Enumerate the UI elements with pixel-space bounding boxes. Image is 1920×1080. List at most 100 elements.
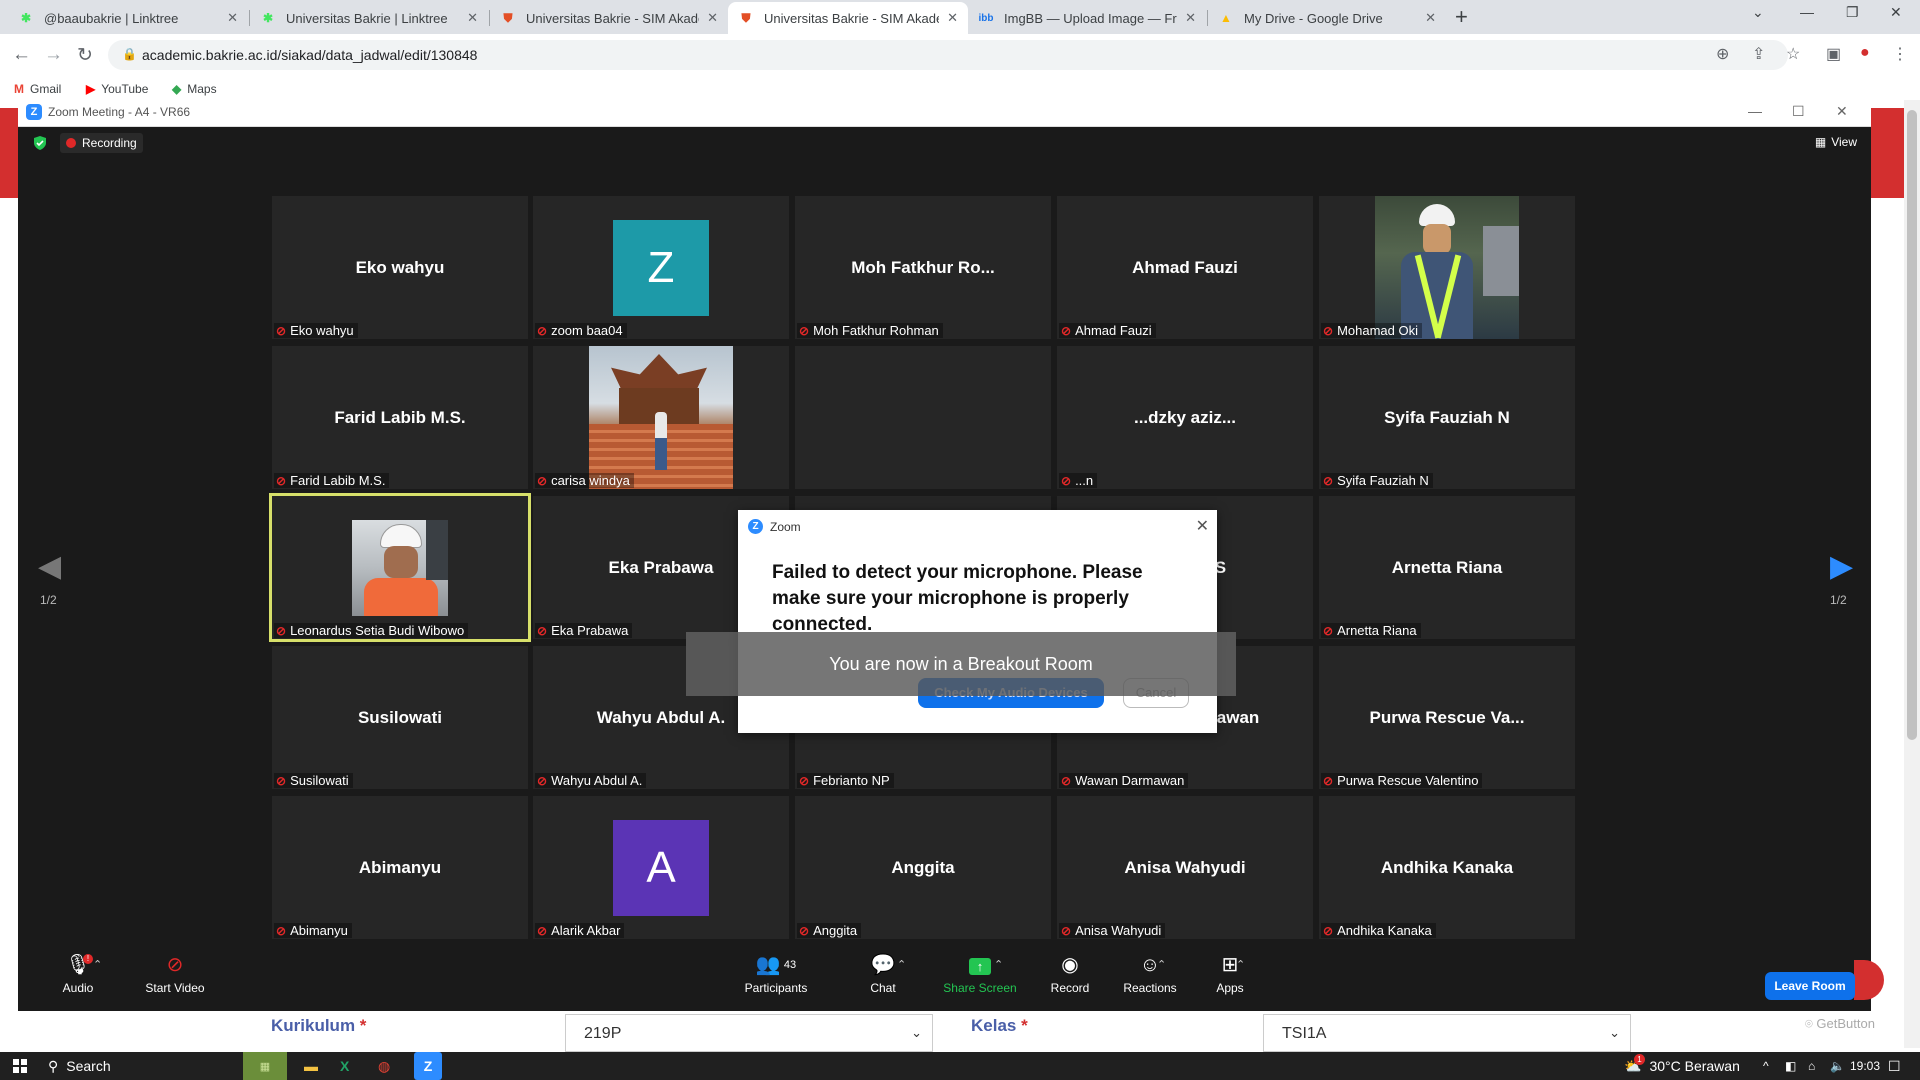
file-explorer-icon[interactable]: ▬ [304,1052,318,1080]
minimize-icon[interactable]: — [1800,4,1814,20]
participant-tile[interactable]: Susilowati ⊘ Susilowati [272,646,528,789]
chat-options-chevron-icon[interactable]: ⌃ [897,958,906,971]
new-tab-icon[interactable]: + [1455,4,1468,30]
weather-widget[interactable]: ⛅ 1 30°C Berawan [1624,1052,1740,1080]
participant-tile[interactable]: Purwa Rescue Va... ⊘ Purwa Rescue Valentin… [1319,646,1575,789]
reactions-options-chevron-icon[interactable]: ⌃ [1157,958,1166,971]
restore-icon[interactable]: ❐ [1846,4,1859,21]
close-tab-icon[interactable]: ✕ [467,10,478,26]
participant-tile[interactable]: Farid Labib M.S. ⊘ Farid Labib M.S. [272,346,528,489]
participant-tile[interactable]: ⊘ Leonardus Setia Budi Wibowo [269,493,531,642]
participant-tile[interactable]: Abimanyu ⊘ Abimanyu [272,796,528,939]
participant-name-display: Ahmad Fauzi [1132,257,1238,277]
excel-icon[interactable]: X [340,1052,349,1080]
chat-button[interactable]: 💬 Chat [838,952,928,995]
minimize-icon[interactable]: — [1748,103,1762,119]
audio-button[interactable]: 🎙! Audio [33,952,123,995]
back-icon[interactable]: ← [12,44,31,66]
participant-name: carisa windya [551,473,630,488]
notifications-icon[interactable]: ☐ [1888,1052,1901,1080]
close-tab-icon[interactable]: ✕ [227,10,238,26]
reactions-button[interactable]: ☺ Reactions [1105,952,1195,995]
audio-options-chevron-icon[interactable]: ⌃ [93,958,102,971]
bookmark-gmail[interactable]: M Gmail [14,82,61,96]
browser-tab[interactable]: ibb ImgBB — Upload Image — Free ✕ [968,2,1206,34]
participant-name-display: Abimanyu [358,857,442,877]
bookmark-maps[interactable]: ◆ Maps [172,82,217,96]
recording-indicator[interactable]: Recording [60,133,143,153]
browser-tab[interactable]: ✱ @baaubakrie | Linktree ✕ [8,2,248,34]
browser-tab[interactable]: ⛊ Universitas Bakrie - SIM Akadem ✕ [490,2,728,34]
menu-kebab-icon[interactable]: ⋮ [1892,44,1908,64]
network-icon[interactable]: ⌂ [1808,1052,1815,1080]
bookmark-star-icon[interactable]: ☆ [1786,44,1800,64]
lock-icon[interactable]: 🔒 [122,47,137,61]
record-button[interactable]: ◉ Record [1025,952,1115,995]
encryption-shield-icon[interactable] [32,135,48,151]
side-panel-icon[interactable]: ▣ [1826,44,1841,64]
leave-room-button[interactable]: Leave Room [1765,972,1855,1000]
participant-tile[interactable]: Ahmad Fauzi ⊘ Ahmad Fauzi [1057,196,1313,339]
participant-tile[interactable]: ⊘ Mohamad Oki [1319,196,1575,339]
zoom-taskbar-icon[interactable]: Z [414,1052,442,1080]
participant-name-label: ⊘ ...n [1059,473,1098,488]
start-video-button[interactable]: ⊘ Start Video [130,952,220,995]
previous-page-arrow-icon[interactable]: ◀ [38,549,61,584]
tray-chevron-icon[interactable]: ^ [1763,1052,1769,1080]
kelas-value: TSI1A [1282,1025,1327,1042]
participant-tile[interactable]: Z ⊘ zoom baa04 [533,196,789,339]
participant-tile[interactable]: Eko wahyu ⊘ Eko wahyu [272,196,528,339]
zoom-status-bar: Recording ▦ View [18,127,1871,159]
forward-icon[interactable]: → [44,44,63,66]
tray-app-icon[interactable]: ◧ [1785,1052,1796,1080]
close-tab-icon[interactable]: ✕ [1185,10,1196,26]
url-text[interactable]: academic.bakrie.ac.id/siakad/data_jadwal… [142,47,477,63]
windows-start-icon[interactable] [13,1059,27,1073]
apps-options-chevron-icon[interactable]: ⌃ [1236,958,1245,971]
clock[interactable]: 19:03 [1850,1052,1880,1080]
participant-tile[interactable]: Moh Fatkhur Ro... ⊘ Moh Fatkhur Rohman [795,196,1051,339]
browser-tab[interactable]: ✱ Universitas Bakrie | Linktree ✕ [250,2,488,34]
share-options-chevron-icon[interactable]: ⌃ [994,958,1003,971]
view-button[interactable]: ▦ View [1815,135,1857,149]
close-tab-icon[interactable]: ✕ [707,10,718,26]
taskbar-widget-image[interactable]: ▦ [243,1052,287,1080]
share-screen-button[interactable]: ↑ Share Screen [935,952,1025,995]
page-scrollbar-thumb[interactable] [1907,110,1917,740]
tab-search-chevron-icon[interactable]: ⌄ [1752,4,1764,21]
browser-tab-active[interactable]: ⛊ Universitas Bakrie - SIM Akadem ✕ [728,2,968,34]
close-tab-icon[interactable]: ✕ [1425,10,1436,26]
share-icon[interactable]: ⇪ [1752,44,1765,64]
participant-tile[interactable] [795,346,1051,489]
reload-icon[interactable]: ↻ [77,44,93,67]
close-icon[interactable]: ✕ [1836,103,1848,120]
dialog-title: Z Zoom [748,519,801,534]
kurikulum-select[interactable]: 219P ⌄ [565,1014,933,1052]
participants-button[interactable]: 👥 43 Participants [731,952,821,995]
apps-button[interactable]: ⊞ Apps [1185,952,1275,995]
getbutton-widget[interactable]: ⌾ GetButton [1805,1016,1875,1032]
participant-tile[interactable]: Andhika Kanaka ⊘ Andhika Kanaka [1319,796,1575,939]
participant-tile[interactable]: Anisa Wahyudi ⊘ Anisa Wahyudi [1057,796,1313,939]
participant-tile[interactable]: ...dzky aziz... ⊘ ...n [1057,346,1313,489]
taskbar-search[interactable]: ⚲ Search [48,1052,111,1080]
zoom-icon[interactable]: ⊕ [1716,44,1729,64]
participant-tile[interactable]: ⊘ carisa windya [533,346,789,489]
participant-tile[interactable]: Anggita ⊘ Anggita [795,796,1051,939]
muted-microphone-icon: ⊘ [276,323,287,338]
participant-tile[interactable]: A ⊘ Alarik Akbar [533,796,789,939]
volume-icon[interactable]: 🔈 [1830,1052,1845,1080]
maximize-icon[interactable]: ☐ [1792,103,1805,120]
profile-icon[interactable]: ● [1860,44,1870,62]
participant-tile[interactable]: Syifa Fauziah N ⊘ Syifa Fauziah N [1319,346,1575,489]
chrome-icon[interactable]: ◍ [378,1052,390,1080]
participant-name: Anggita [813,923,858,938]
participant-tile[interactable]: Arnetta Riana ⊘ Arnetta Riana [1319,496,1575,639]
browser-tab[interactable]: ▲ My Drive - Google Drive ✕ [1208,2,1446,34]
close-window-icon[interactable]: ✕ [1890,4,1902,21]
kelas-select[interactable]: TSI1A ⌄ [1263,1014,1631,1052]
bookmark-youtube[interactable]: ▶ YouTube [86,82,148,96]
close-tab-icon[interactable]: ✕ [947,10,958,26]
close-icon[interactable]: ✕ [1196,516,1209,536]
next-page-arrow-icon[interactable]: ▶ [1830,549,1853,584]
